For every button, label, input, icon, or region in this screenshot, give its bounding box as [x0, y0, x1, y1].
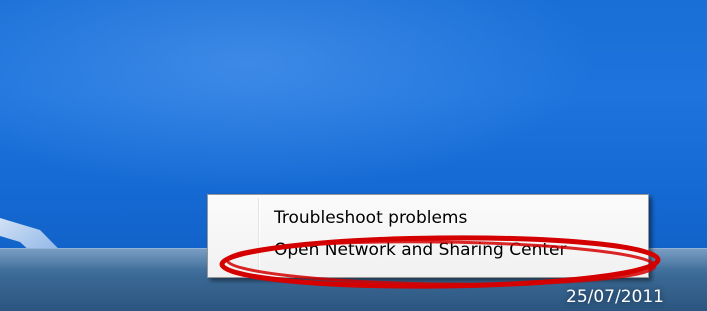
network-context-menu: Troubleshoot problems Open Network and S… [207, 194, 649, 278]
menu-item-open-network-and-sharing-center[interactable]: Open Network and Sharing Center [211, 235, 643, 265]
screenshot-frame: 25/07/2011 Troubleshoot problems Open Ne… [0, 0, 707, 311]
menu-item-troubleshoot-problems[interactable]: Troubleshoot problems [211, 203, 643, 233]
taskbar-clock-date[interactable]: 25/07/2011 [566, 286, 686, 308]
menu-item-label: Troubleshoot problems [274, 208, 468, 228]
menu-item-label: Open Network and Sharing Center [274, 240, 567, 260]
